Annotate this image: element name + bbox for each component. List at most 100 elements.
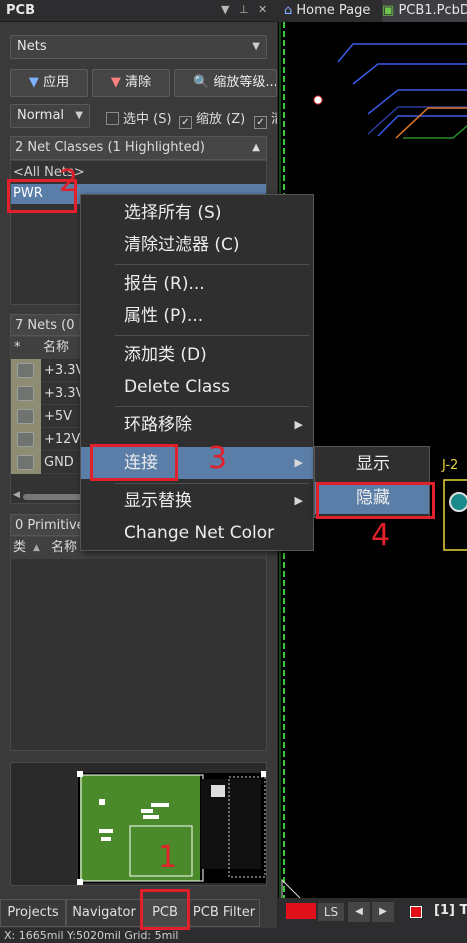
- close-icon[interactable]: ✕: [258, 3, 267, 16]
- submenu-arrow-icon: ▶: [294, 456, 303, 469]
- annotation-number-4: 4: [371, 518, 391, 553]
- net-name: +5V: [44, 409, 73, 424]
- clear-checkbox-label: 清: [271, 112, 277, 127]
- annotation-box-3: [90, 444, 178, 481]
- primitives-header-text: 0 Primitive: [15, 518, 85, 533]
- net-name: +12V: [44, 432, 81, 447]
- board-preview[interactable]: [10, 762, 267, 886]
- column-header-name[interactable]: 名称: [43, 337, 69, 359]
- net-color-swatch[interactable]: [17, 432, 34, 447]
- tab-home-page[interactable]: ⌂ Home Page: [284, 0, 380, 22]
- net-color-swatch[interactable]: [17, 409, 34, 424]
- document-tabs: ⌂ Home Page ▣ PCB1.PcbD: [278, 0, 467, 22]
- menu-item-add-class[interactable]: 添加类 (D): [81, 339, 313, 371]
- menu-separator: [115, 483, 309, 484]
- tab-pcb-document-label: PCB1.PcbD: [398, 3, 467, 18]
- clear-checkbox[interactable]: ✓清: [254, 108, 277, 129]
- layer-next-icon[interactable]: ▶: [372, 902, 394, 922]
- chevron-down-icon: ▼: [252, 41, 260, 52]
- zoom-level-button[interactable]: 🔍 缩放等级...: [174, 69, 277, 97]
- panel-title: PCB: [6, 3, 35, 18]
- apply-label: 应用: [43, 75, 70, 90]
- menu-item-loop-removal[interactable]: 环路移除 ▶: [81, 409, 313, 441]
- menu-item-delete-class[interactable]: Delete Class: [81, 371, 313, 403]
- net-name: +3.3V: [44, 386, 85, 401]
- select-checkbox[interactable]: 选中 (S): [106, 108, 172, 127]
- column-header-name[interactable]: 名称: [51, 537, 77, 559]
- panel-mode-value: Nets: [17, 39, 47, 54]
- status-text: X: 1665mil Y:5020mil Grid: 5mil: [4, 929, 179, 942]
- net-name: GND: [44, 455, 74, 470]
- zoom-checkbox-label: 缩放 (Z): [196, 112, 246, 127]
- tab-pcb-document[interactable]: ▣ PCB1.PcbD: [382, 0, 467, 22]
- net-color-swatch[interactable]: [17, 363, 34, 378]
- clear-button[interactable]: ▼ 清除: [92, 69, 170, 97]
- top-layer-tab[interactable]: [1] To: [434, 903, 467, 918]
- annotation-box-4: [316, 482, 435, 519]
- status-bar: X: 1665mil Y:5020mil Grid: 5mil: [0, 928, 467, 943]
- zoom-checkbox[interactable]: ✓ 缩放 (Z): [179, 108, 245, 129]
- apply-button[interactable]: ▼ 应用: [10, 69, 88, 97]
- filter-icon: ▼: [28, 75, 39, 90]
- layer-color-swatch[interactable]: [286, 903, 316, 919]
- net-classes-header-text: 2 Net Classes (1 Highlighted): [15, 140, 205, 155]
- checkmark-icon: ✓: [179, 116, 192, 129]
- clear-filter-icon: ▼: [110, 75, 121, 90]
- submenu-item-show[interactable]: 显示: [315, 448, 429, 480]
- board-preview-graphic: [77, 771, 267, 885]
- menu-item-report[interactable]: 报告 (R)...: [81, 268, 313, 300]
- primitives-table: 类 ▲ 名称: [10, 536, 267, 751]
- tab-home-page-label: Home Page: [296, 3, 371, 18]
- submenu-arrow-icon: ▶: [294, 494, 303, 507]
- menu-item-properties[interactable]: 属性 (P)...: [81, 300, 313, 332]
- menu-separator: [115, 264, 309, 265]
- menu-separator: [115, 335, 309, 336]
- menu-item-change-net-color[interactable]: Change Net Color: [81, 517, 313, 549]
- layer-ls[interactable]: LS: [318, 903, 344, 921]
- net-name: +3.3V: [44, 363, 85, 378]
- submenu-arrow-icon: ▶: [294, 418, 303, 431]
- tab-navigator[interactable]: Navigator: [66, 899, 142, 927]
- sort-icon: ▲: [33, 543, 40, 553]
- top-layer-swatch[interactable]: [410, 906, 422, 918]
- checkbox-box: [106, 112, 119, 125]
- menu-item-show-override[interactable]: 显示替换 ▶: [81, 485, 313, 517]
- chevron-down-icon: ▼: [75, 110, 83, 121]
- net-classes-header: 2 Net Classes (1 Highlighted) ▲: [10, 136, 267, 160]
- menu-item-loop-removal-label: 环路移除: [124, 415, 192, 435]
- context-menu: 选择所有 (S) 清除过滤器 (C) 报告 (R)... 属性 (P)... 添…: [80, 194, 314, 551]
- layer-prev-icon[interactable]: ◀: [348, 902, 370, 922]
- annotation-box-1: [140, 889, 190, 930]
- menu-item-clear-filter[interactable]: 清除过滤器 (C): [81, 229, 313, 261]
- tab-projects[interactable]: Projects: [0, 899, 66, 927]
- net-color-swatch[interactable]: [17, 386, 34, 401]
- menu-separator: [115, 406, 309, 407]
- zoom-level-label: 缩放等级...: [213, 75, 277, 90]
- layer-bar: LS ◀ ▶ [1] To: [278, 898, 467, 928]
- tab-pcb-filter[interactable]: PCB Filter: [188, 899, 260, 927]
- panel-mode-dropdown[interactable]: Nets ▼: [10, 35, 267, 59]
- menu-item-select-all[interactable]: 选择所有 (S): [81, 197, 313, 229]
- dropdown-icon[interactable]: ▼: [221, 3, 229, 16]
- pcb-file-icon: ▣: [382, 3, 395, 18]
- home-icon: ⌂: [284, 3, 293, 18]
- panel-titlebar: PCB ▼ ⊥ ✕: [0, 0, 277, 22]
- net-color-swatch[interactable]: [17, 455, 34, 470]
- annotation-number-3: 3: [208, 441, 228, 476]
- menu-item-show-override-label: 显示替换: [124, 491, 192, 511]
- view-mode-dropdown[interactable]: Normal ▼: [10, 104, 90, 128]
- annotation-number-2: 2: [59, 164, 79, 199]
- annotation-number-1: 1: [158, 840, 178, 875]
- select-checkbox-label: 选中 (S): [123, 112, 172, 127]
- pin-icon[interactable]: ⊥: [239, 3, 249, 16]
- column-header-star[interactable]: *: [14, 337, 21, 359]
- scroll-left-icon[interactable]: ◀: [13, 490, 20, 500]
- clear-label: 清除: [125, 75, 152, 90]
- nets-header-text: 7 Nets (0 H: [15, 318, 89, 333]
- magnifier-icon: 🔍: [193, 75, 210, 90]
- view-mode-value: Normal: [17, 108, 65, 123]
- horizontal-scrollbar[interactable]: [23, 494, 83, 500]
- column-header-type[interactable]: 类: [13, 537, 26, 559]
- checkmark-icon: ✓: [254, 116, 267, 129]
- collapse-icon[interactable]: ▲: [252, 137, 260, 159]
